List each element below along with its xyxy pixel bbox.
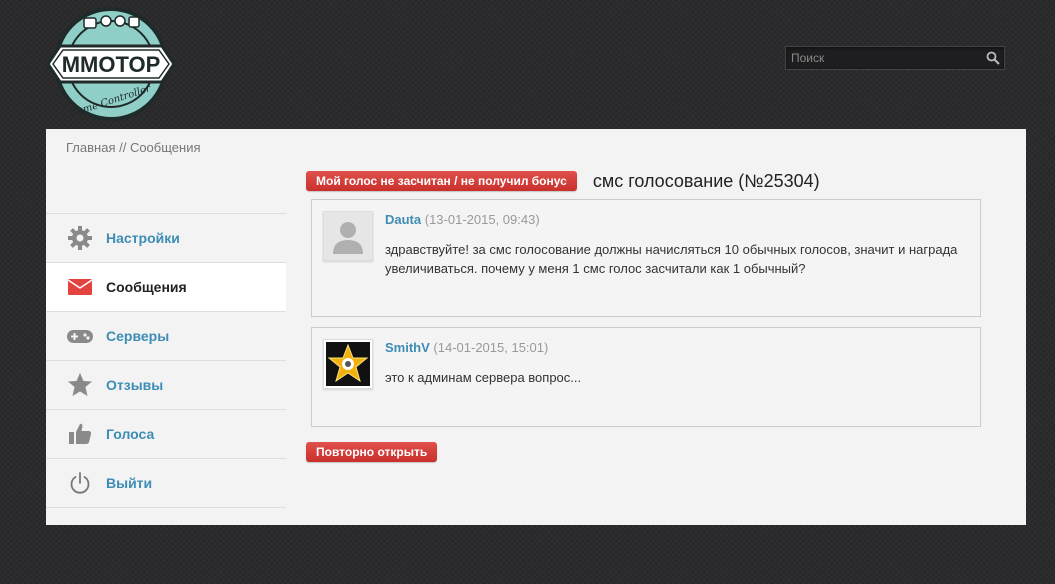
search-box [785, 46, 1005, 70]
message-text: это к админам сервера вопрос... [385, 370, 582, 385]
sidebar: Настройки Сообщения Серверы Отзывы Голос… [46, 213, 286, 508]
sidebar-item-messages[interactable]: Сообщения [46, 263, 286, 312]
sidebar-item-label: Отзывы [106, 377, 164, 393]
sidebar-item-settings[interactable]: Настройки [46, 214, 286, 263]
sidebar-item-logout[interactable]: Выйти [46, 459, 286, 508]
sidebar-item-label: Серверы [106, 328, 170, 344]
sidebar-item-servers[interactable]: Серверы [46, 312, 286, 361]
star-avatar-icon [323, 339, 373, 389]
main-panel: Главная // Сообщения Настройки Сообщения… [46, 129, 1026, 525]
breadcrumb-current: Сообщения [129, 140, 201, 155]
message-date: (13-01-2015, 09:43) [424, 212, 540, 227]
topic-title: смс голосование (№25304) [592, 170, 820, 191]
sidebar-item-label: Выйти [106, 475, 153, 491]
message-author[interactable]: Dauta [385, 212, 421, 227]
logo-emblem: MMOTOP Game Controller [46, 7, 176, 121]
breadcrumb-home[interactable]: Главная [66, 140, 115, 155]
message-author[interactable]: SmithV [385, 340, 430, 355]
breadcrumb: Главная // Сообщения [66, 140, 201, 155]
message-item: Dauta (13-01-2015, 09:43) здравствуйте! … [311, 199, 981, 317]
sidebar-item-label: Сообщения [106, 279, 187, 295]
gamepad-icon [66, 322, 94, 350]
sidebar-item-reviews[interactable]: Отзывы [46, 361, 286, 410]
site-logo[interactable]: MMOTOP Game Controller [46, 6, 176, 124]
thumbs-up-icon [66, 420, 94, 448]
search-icon[interactable] [982, 47, 1004, 69]
message-item: SmithV (14-01-2015, 15:01) это к админам… [311, 327, 981, 427]
topic-category-button[interactable]: Мой голос не засчитан / не получил бонус [306, 171, 577, 191]
message-meta: SmithV (14-01-2015, 15:01) [385, 340, 548, 355]
topic-header: Мой голос не засчитан / не получил бонус… [306, 171, 986, 191]
power-icon [66, 469, 94, 497]
gear-icon [66, 224, 94, 252]
message-text: здравствуйте! за смс голосование должны … [385, 242, 958, 276]
topic-content: Мой голос не засчитан / не получил бонус… [306, 171, 986, 462]
message-date: (14-01-2015, 15:01) [433, 340, 549, 355]
default-avatar-icon [323, 211, 373, 261]
sidebar-item-label: Настройки [106, 230, 180, 246]
message-meta: Dauta (13-01-2015, 09:43) [385, 212, 540, 227]
sidebar-item-label: Голоса [106, 426, 155, 442]
reopen-button[interactable]: Повторно открыть [306, 442, 438, 462]
envelope-icon [66, 273, 94, 301]
search-input[interactable] [786, 47, 982, 69]
breadcrumb-separator: // [115, 140, 130, 155]
sidebar-item-votes[interactable]: Голоса [46, 410, 286, 459]
star-icon [66, 371, 94, 399]
svg-text:MMOTOP: MMOTOP [62, 52, 161, 77]
